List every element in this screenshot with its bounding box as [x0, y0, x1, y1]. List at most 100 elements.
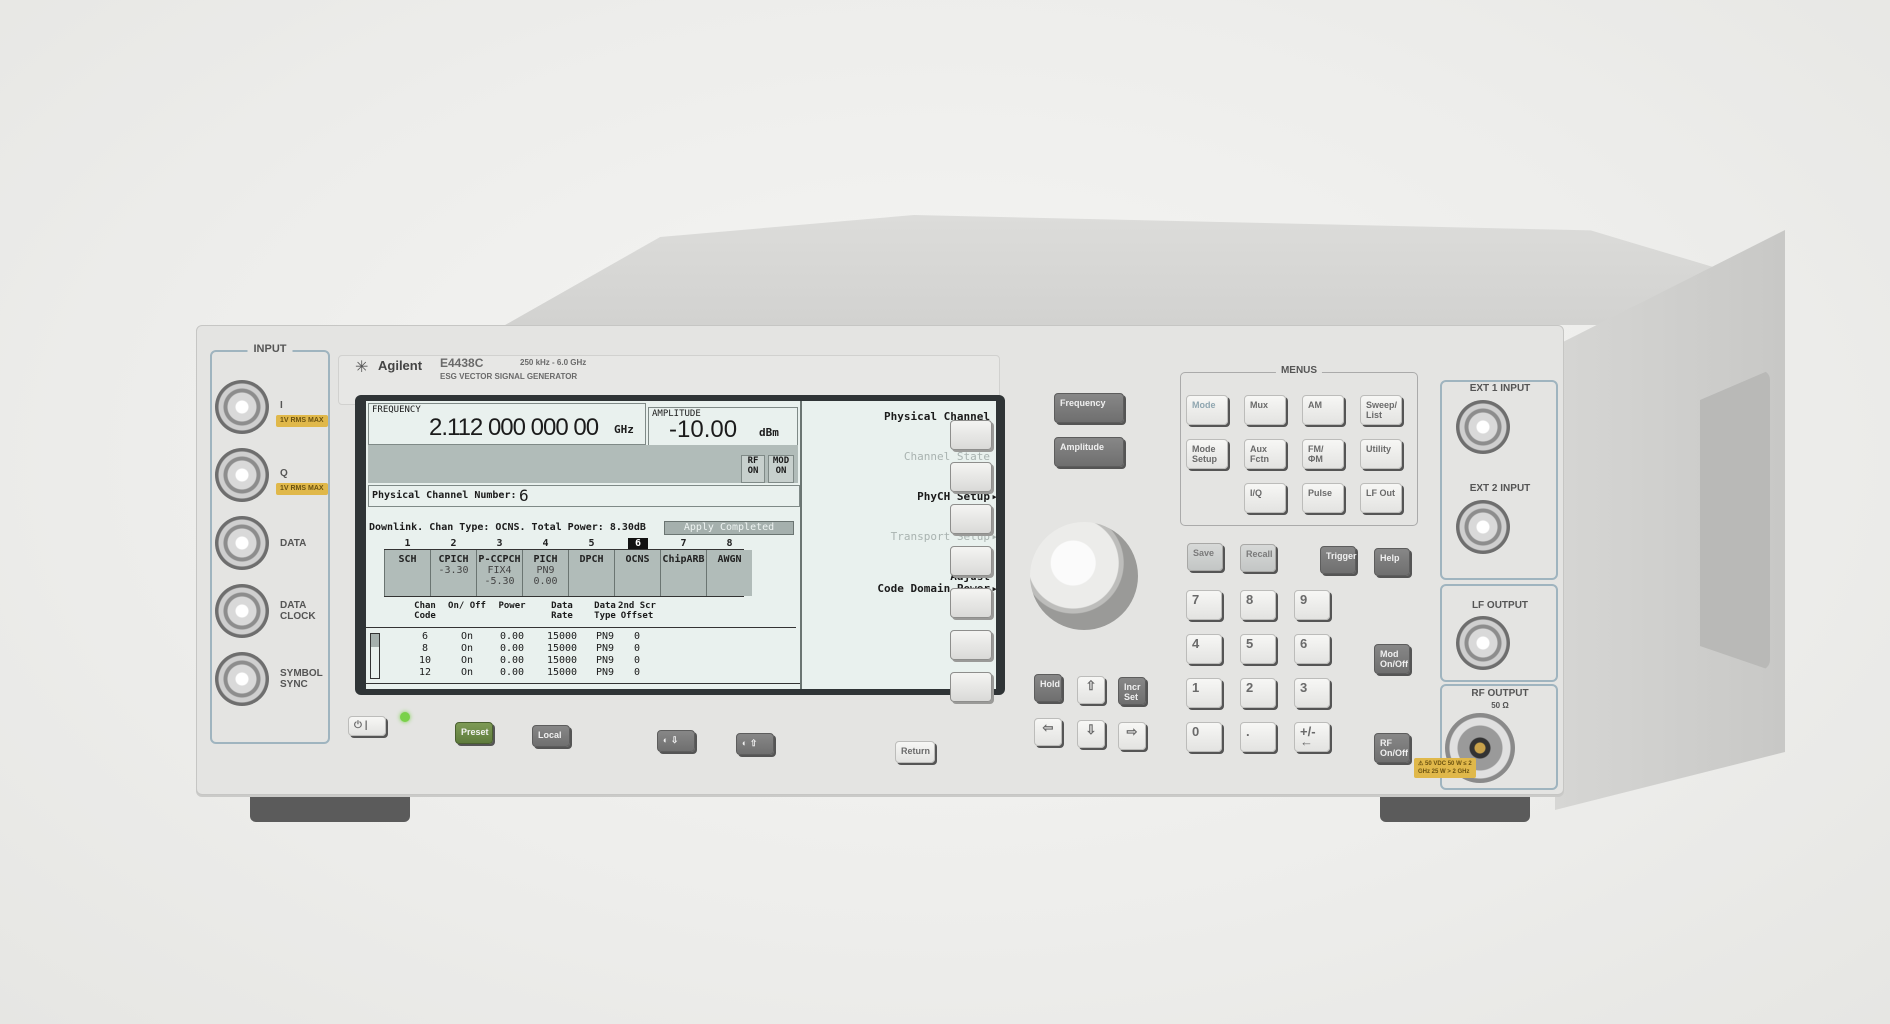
ext2-input-connector[interactable] [1456, 500, 1510, 554]
rf-impedance-label: 50 Ω [1491, 701, 1509, 710]
return-button[interactable]: Return [895, 741, 935, 763]
numpad-key[interactable]: 1 [1186, 678, 1222, 708]
entry-value[interactable]: 6 [519, 486, 529, 505]
channel-number: 2 [450, 538, 457, 549]
amplitude-value: -10.00 [669, 416, 738, 443]
menu-key-mode-setup[interactable]: Mode Setup [1186, 439, 1228, 469]
menu-key-utility[interactable]: Utility [1360, 439, 1402, 469]
i-input-connector[interactable] [215, 380, 269, 434]
softkey-4[interactable] [950, 546, 992, 576]
table-row[interactable]: 6 On 0.00 15000 PN9 0 [366, 631, 796, 643]
numpad-key[interactable]: 4 [1186, 634, 1222, 664]
numpad-key[interactable]: 7 [1186, 590, 1222, 620]
softkey-column [910, 420, 1000, 720]
contrast-down-button[interactable]: ◐ ⇩ [657, 730, 695, 752]
softkey-5[interactable] [950, 588, 992, 618]
save-button[interactable]: Save [1187, 543, 1223, 571]
hold-button[interactable]: Hold [1034, 674, 1062, 702]
frequency-range: 250 kHz - 6.0 GHz [520, 358, 587, 367]
menu-key-i-q[interactable]: I/Q [1244, 483, 1286, 513]
table-cell: On [460, 631, 474, 642]
incr-set-button[interactable]: Incr Set [1118, 677, 1146, 705]
softkey-3[interactable] [950, 504, 992, 534]
q-input-connector[interactable] [215, 448, 269, 502]
carry-handle [1700, 370, 1770, 670]
menu-key-pulse[interactable]: Pulse [1302, 483, 1344, 513]
help-button[interactable]: Help [1374, 548, 1410, 576]
table-cell: 0.00 [499, 643, 525, 654]
table-cell: On [460, 643, 474, 654]
arrow-down-icon[interactable]: ⇩ [1077, 720, 1105, 748]
symbol-sync-connector[interactable] [215, 652, 269, 706]
table-row[interactable]: 12 On 0.00 15000 PN9 0 [366, 667, 796, 679]
menu-key-am[interactable]: AM [1302, 395, 1344, 425]
menu-key-mode[interactable]: Mode [1186, 395, 1228, 425]
channel-name: CPICH [438, 554, 469, 565]
channel-name: ChipARB [662, 554, 705, 565]
ext1-input-connector[interactable] [1456, 400, 1510, 454]
softkey-7[interactable] [950, 672, 992, 702]
arrow-up-icon[interactable]: ⇧ [1077, 676, 1105, 704]
frequency-box: FREQUENCY 2.112 000 000 00 GHz [368, 403, 646, 445]
power-switch[interactable]: ⏻ | [348, 716, 386, 736]
channel-cell[interactable]: 7 ChipARB [660, 538, 706, 596]
channel-cell[interactable]: 6 OCNS [614, 538, 660, 596]
contrast-up-button[interactable]: ◐ ⇧ [736, 733, 774, 755]
table-row[interactable]: 8 On 0.00 15000 PN9 0 [366, 643, 796, 655]
menu-key-mux[interactable]: Mux [1244, 395, 1286, 425]
numpad-key[interactable]: 0 [1186, 722, 1222, 752]
mod-indicator-line1: MOD [772, 456, 790, 466]
table-row[interactable]: 10 On 0.00 15000 PN9 0 [366, 655, 796, 667]
menu-key-lf-out[interactable]: LF Out [1360, 483, 1402, 513]
table-cell: 6 [421, 631, 429, 642]
softkey-2[interactable] [950, 462, 992, 492]
numpad-key[interactable]: . [1240, 722, 1276, 752]
numpad-key[interactable]: 3 [1294, 678, 1330, 708]
data-clock-label: DATA CLOCK [280, 600, 316, 622]
arrow-left-icon[interactable]: ⇦ [1034, 718, 1062, 746]
lf-output-connector[interactable] [1456, 616, 1510, 670]
menu-key-aux-fctn[interactable]: Aux Fctn [1244, 439, 1286, 469]
arrow-right-icon[interactable]: ⇨ [1118, 722, 1146, 750]
rotary-knob[interactable] [1030, 522, 1138, 630]
rf-indicator-line1: RF [747, 456, 759, 466]
softkey-1[interactable] [950, 420, 992, 450]
preset-button[interactable]: Preset [455, 722, 493, 744]
menu-key-fm-m[interactable]: FM/ ΦM [1302, 439, 1344, 469]
frequency-label: FREQUENCY [372, 405, 421, 415]
numpad-key[interactable]: 6 [1294, 634, 1330, 664]
numpad-key[interactable]: 5 [1240, 634, 1276, 664]
channel-cell[interactable]: 8 AWGN [706, 538, 752, 596]
table-cell: 12 [418, 667, 432, 678]
rf-output-label: RF OUTPUT [1471, 688, 1529, 699]
menu-key-sweep-list[interactable]: Sweep/ List [1360, 395, 1402, 425]
channel-sub2: 0.00 [533, 576, 558, 587]
mod-onoff-button[interactable]: Mod On/Off [1374, 644, 1410, 674]
numpad-key[interactable]: 9 [1294, 590, 1330, 620]
channel-cell[interactable]: 5 DPCH [568, 538, 614, 596]
softkey-6[interactable] [950, 630, 992, 660]
channel-cell[interactable]: 1 SCH [384, 538, 430, 596]
table-header-cell: Data Rate [551, 601, 573, 621]
channel-number: 4 [542, 538, 549, 549]
numpad-key[interactable]: 2 [1240, 678, 1276, 708]
numpad-key[interactable]: 8 [1240, 590, 1276, 620]
frequency-button[interactable]: Frequency [1054, 393, 1124, 423]
frequency-unit: GHz [614, 423, 634, 436]
status-band [368, 445, 798, 483]
trigger-button[interactable]: Trigger [1320, 546, 1357, 574]
local-button[interactable]: Local [532, 725, 570, 747]
table-cell: 15000 [546, 655, 578, 666]
table-header-cell: On/ Off [448, 601, 486, 611]
numpad-key[interactable]: +/- ← [1294, 722, 1330, 752]
data-input-connector[interactable] [215, 516, 269, 570]
channel-cell[interactable]: 3 P-CCPCH FIX4 -5.30 [476, 538, 522, 596]
data-clock-connector[interactable] [215, 584, 269, 638]
mod-on-indicator: MOD ON [768, 455, 794, 483]
channel-cell[interactable]: 4 PICH PN9 0.00 [522, 538, 568, 596]
channel-cell[interactable]: 2 CPICH -3.30 [430, 538, 476, 596]
recall-button[interactable]: Recall [1240, 544, 1276, 572]
channel-number: 3 [496, 538, 503, 549]
amplitude-button[interactable]: Amplitude [1054, 437, 1124, 467]
rf-onoff-button[interactable]: RF On/Off [1374, 733, 1410, 763]
